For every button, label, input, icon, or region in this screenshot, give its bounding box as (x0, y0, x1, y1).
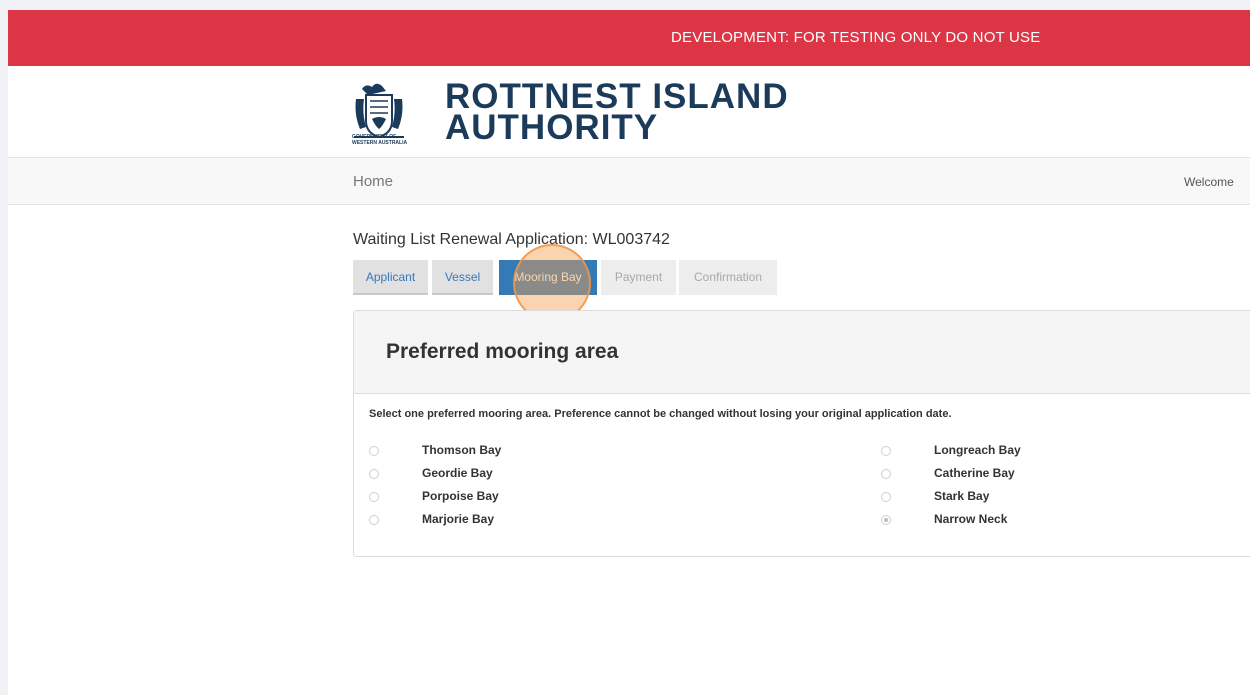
nav-welcome[interactable]: Welcome (1184, 175, 1234, 189)
panel-title: Preferred mooring area (386, 340, 619, 363)
dev-banner: DEVELOPMENT: FOR TESTING ONLY DO NOT USE (8, 10, 1250, 66)
option-label: Thomson Bay (422, 443, 502, 457)
application-title: Waiting List Renewal Application: WL0037… (353, 231, 670, 248)
instructions-text: Select one preferred mooring area. Prefe… (369, 408, 952, 420)
radio-stark-bay[interactable] (881, 492, 891, 502)
crest-caption: GOVERNMENT OF WESTERN AUSTRALIA (352, 134, 408, 146)
nav-home-link[interactable]: Home (353, 173, 393, 190)
dev-banner-text: DEVELOPMENT: FOR TESTING ONLY DO NOT USE (671, 29, 1041, 46)
tab-applicant[interactable]: Applicant (353, 260, 428, 295)
option-label: Longreach Bay (934, 443, 1021, 457)
tab-confirmation[interactable]: Confirmation (679, 260, 777, 295)
radio-porpoise-bay[interactable] (369, 492, 379, 502)
radio-narrow-neck[interactable] (881, 515, 891, 525)
tab-mooring-bay[interactable]: Mooring Bay (499, 260, 597, 295)
tab-vessel[interactable]: Vessel (432, 260, 493, 295)
panel-heading: Preferred mooring area (354, 311, 1250, 394)
option-label: Marjorie Bay (422, 512, 495, 526)
logo-title: ROTTNEST ISLAND AUTHORITY (445, 77, 789, 147)
radio-longreach-bay[interactable] (881, 446, 891, 456)
option-label: Porpoise Bay (422, 489, 499, 503)
option-label: Narrow Neck (934, 512, 1008, 526)
radio-thomson-bay[interactable] (369, 446, 379, 456)
option-label: Geordie Bay (422, 466, 493, 480)
radio-catherine-bay[interactable] (881, 469, 891, 479)
rottnest-logo[interactable]: GOVERNMENT OF WESTERN AUSTRALIA ROTTNEST… (352, 76, 812, 156)
mooring-panel: Preferred mooring area Select one prefer… (353, 310, 1250, 557)
page: DEVELOPMENT: FOR TESTING ONLY DO NOT USE… (8, 10, 1250, 695)
radio-geordie-bay[interactable] (369, 469, 379, 479)
option-label: Catherine Bay (934, 466, 1015, 480)
option-label: Stark Bay (934, 489, 990, 503)
radio-marjorie-bay[interactable] (369, 515, 379, 525)
navbar: Home Welcome (8, 157, 1250, 205)
tab-payment[interactable]: Payment (601, 260, 676, 295)
